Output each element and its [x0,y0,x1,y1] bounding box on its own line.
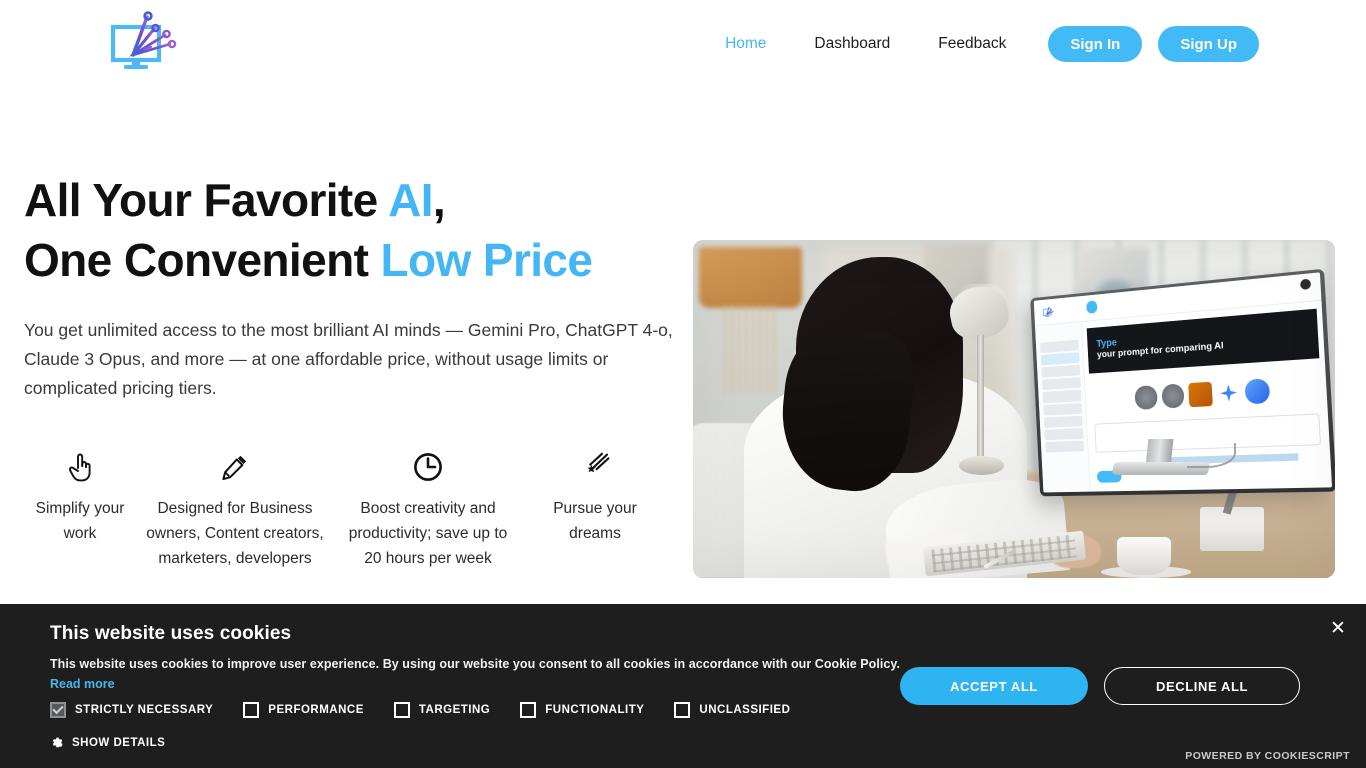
decline-all-button[interactable]: DECLINE ALL [1104,667,1300,705]
read-more-link[interactable]: Read more [50,677,115,691]
powered-by-label: POWERED BY COOKIESCRIPT [1185,750,1350,762]
pointing-hand-icon [67,450,93,484]
feature-label: Designed for Business owners, Content cr… [146,500,324,567]
cookie-checkbox-targeting[interactable]: TARGETING [393,702,491,718]
sign-in-button[interactable]: Sign In [1048,26,1143,62]
feature-item: Designed for Business owners, Content cr… [136,450,334,571]
title-line-1-accent: AI [388,174,433,226]
shooting-star-icon [580,450,610,484]
gear-icon [50,736,64,750]
checkbox-label: FUNCTIONALITY [545,704,645,716]
checkbox-box[interactable] [674,702,691,718]
cookie-checkbox-performance[interactable]: PERFORMANCE [243,702,364,718]
hero-photo: Type your prompt for comparing AI [693,240,1335,578]
photo-vignette [693,240,1335,578]
clock-icon [413,450,443,484]
page-title: All Your Favorite AI, One Convenient Low… [24,170,684,290]
hero-subtitle: You get unlimited access to the most bri… [24,320,673,398]
feature-item: Pursue your dreams [522,450,668,546]
nav-link-feedback[interactable]: Feedback [938,29,1006,59]
title-line-1: All Your Favorite AI, [24,174,446,226]
title-line-1-tail: , [432,174,446,226]
show-details-label: SHOW DETAILS [72,737,166,749]
hero-section: All Your Favorite AI, One Convenient Low… [0,88,1366,604]
cookie-action-buttons: ACCEPT ALL DECLINE ALL [900,667,1300,705]
checkbox-label: PERFORMANCE [268,704,364,716]
checkbox-box[interactable] [50,702,66,718]
hero-copy: All Your Favorite AI, One Convenient Low… [24,170,684,403]
main-navigation: Home Dashboard Feedback Sign In Sign Up [725,0,1259,88]
feature-label: Simplify your work [35,500,125,542]
title-line-2-plain: One Convenient [24,234,381,286]
checkbox-label: UNCLASSIFIED [699,704,791,716]
hero-image: Type your prompt for comparing AI [693,240,1335,578]
close-icon[interactable]: ✕ [1324,614,1352,642]
feature-item: Boost creativity and productivity; save … [334,450,522,571]
title-line-2-accent: Low Price [380,234,593,286]
accept-all-button[interactable]: ACCEPT ALL [900,667,1088,705]
checkbox-box[interactable] [243,702,260,718]
nav-link-dashboard[interactable]: Dashboard [814,29,890,59]
site-header: Home Dashboard Feedback Sign In Sign Up [0,0,1366,88]
title-line-1-plain: All Your Favorite [24,174,389,226]
checkbox-label: TARGETING [418,704,491,716]
landing-page: Home Dashboard Feedback Sign In Sign Up … [0,0,1366,768]
feature-list: Simplify your work Designed for Business… [24,450,684,571]
title-line-2: One Convenient Low Price [24,234,593,286]
sign-up-button[interactable]: Sign Up [1158,26,1259,62]
checkbox-label: STRICTLY NECESSARY [75,704,214,716]
cookie-category-list: STRICTLY NECESSARY PERFORMANCE TARGETING… [50,702,820,718]
checkbox-box[interactable] [393,702,410,718]
feature-item: Simplify your work [24,450,136,546]
cookie-banner-description: This website uses cookies to improve use… [50,657,901,671]
monitor-network-logo-icon [110,11,177,69]
feature-label: Boost creativity and productivity; save … [348,500,508,567]
cookie-checkbox-strictly-necessary[interactable]: STRICTLY NECESSARY [50,702,213,718]
cookie-checkbox-functionality[interactable]: FUNCTIONALITY [520,702,644,718]
show-details-button[interactable]: SHOW DETAILS [50,736,165,750]
checkbox-box[interactable] [520,702,537,718]
cookie-consent-banner: ✕ This website uses cookies This website… [0,604,1366,768]
cookie-banner-title: This website uses cookies [50,623,292,644]
feature-label: Pursue your dreams [553,500,637,542]
cookie-checkbox-unclassified[interactable]: UNCLASSIFIED [674,702,790,718]
brand-logo[interactable] [104,6,184,78]
pencil-icon [221,450,249,484]
nav-link-home[interactable]: Home [725,29,766,59]
